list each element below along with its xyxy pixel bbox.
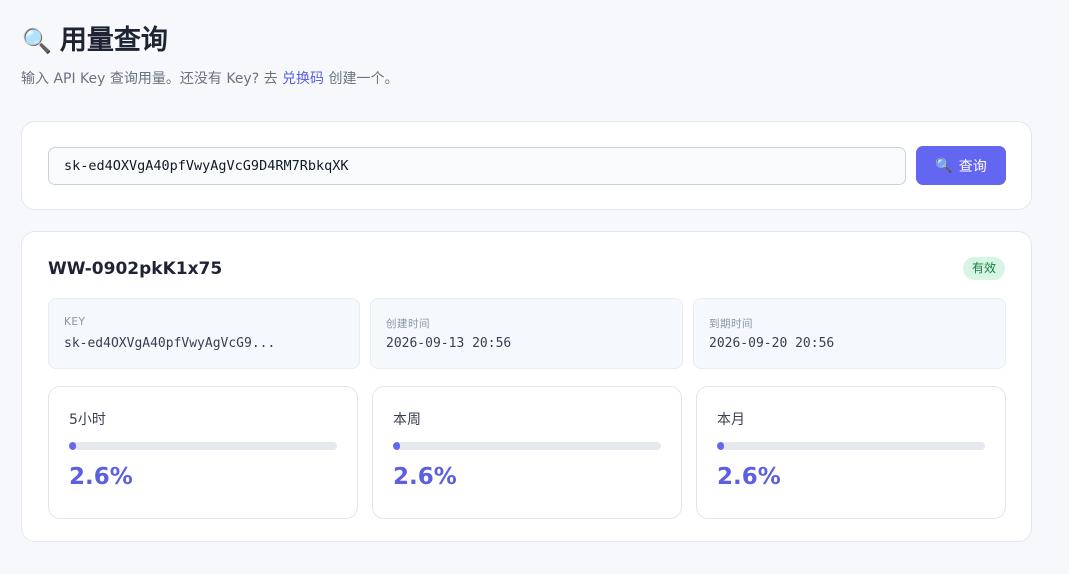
- usage-box-5h: 5小时 2.6%: [48, 386, 358, 519]
- subtitle-prefix: 输入 API Key 查询用量。还没有 Key? 去: [21, 71, 283, 87]
- query-button-label: 查询: [958, 158, 987, 175]
- usage-box-month: 本月 2.6%: [696, 386, 1006, 519]
- api-key-input[interactable]: [48, 147, 906, 185]
- usage-progress-fill: [69, 442, 76, 450]
- usage-box-week: 本周 2.6%: [372, 386, 682, 519]
- usage-label: 本周: [393, 412, 421, 428]
- info-value: 2026-09-20 20:56: [709, 336, 835, 351]
- result-card: WW-0902pkK1x75 有效 KEY sk-ed4OXVgA40pfVwy…: [21, 231, 1032, 542]
- usage-value: 2.6%: [717, 464, 781, 490]
- info-box-expires: 到期时间 2026-09-20 20:56: [693, 298, 1006, 369]
- usage-label: 本月: [717, 412, 745, 428]
- query-button[interactable]: 🔍 查询: [916, 146, 1006, 185]
- redeem-code-title: WW-0902pkK1x75: [48, 259, 223, 279]
- info-label: 创建时间: [386, 318, 430, 330]
- usage-value: 2.6%: [69, 464, 133, 490]
- usage-progress-bar: [393, 442, 661, 450]
- usage-value: 2.6%: [393, 464, 457, 490]
- magnifier-icon: 🔍: [22, 27, 52, 55]
- usage-query-page: 🔍 用量查询 输入 API Key 查询用量。还没有 Key? 去 兑换码 创建…: [0, 0, 1069, 574]
- page-title: 🔍 用量查询: [22, 22, 168, 60]
- usage-label: 5小时: [69, 412, 106, 428]
- info-label: 到期时间: [709, 318, 753, 330]
- search-card: 🔍 查询: [21, 121, 1032, 210]
- usage-progress-bar: [717, 442, 985, 450]
- info-value: sk-ed4OXVgA40pfVwyAgVcG9...: [64, 336, 276, 351]
- info-value: 2026-09-13 20:56: [386, 336, 512, 351]
- info-box-created: 创建时间 2026-09-13 20:56: [370, 298, 683, 369]
- status-badge: 有效: [962, 257, 1005, 280]
- subtitle-suffix: 创建一个。: [324, 71, 399, 87]
- magnifier-icon: 🔍: [935, 157, 953, 174]
- info-box-key: KEY sk-ed4OXVgA40pfVwyAgVcG9...: [48, 298, 360, 369]
- usage-progress-fill: [393, 442, 400, 450]
- usage-progress-bar: [69, 442, 337, 450]
- usage-progress-fill: [717, 442, 724, 450]
- info-label: KEY: [64, 316, 86, 328]
- page-subtitle: 输入 API Key 查询用量。还没有 Key? 去 兑换码 创建一个。: [21, 69, 399, 89]
- page-title-text: 用量查询: [59, 25, 168, 56]
- redeem-code-link[interactable]: 兑换码: [282, 71, 324, 87]
